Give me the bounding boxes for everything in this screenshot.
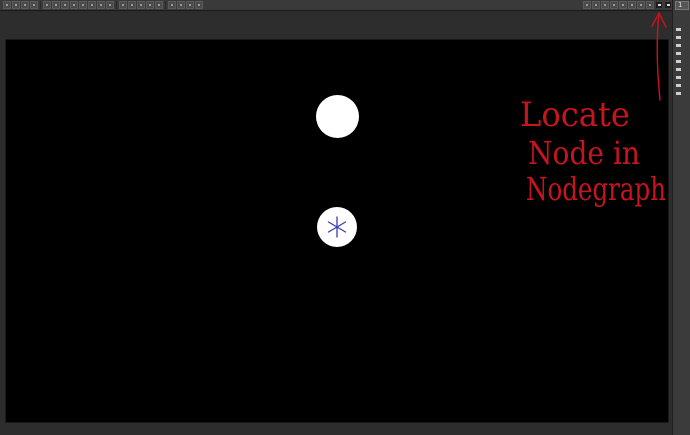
viewer-toolbar bbox=[0, 0, 672, 11]
target-icon[interactable] bbox=[79, 1, 87, 9]
paint-icon[interactable] bbox=[30, 1, 38, 9]
square-icon[interactable] bbox=[177, 1, 185, 9]
crosshair-icon[interactable] bbox=[61, 1, 69, 9]
starred-node[interactable] bbox=[317, 207, 357, 247]
pan-icon[interactable] bbox=[592, 1, 600, 9]
split-icon[interactable] bbox=[128, 1, 136, 9]
cross-icon[interactable] bbox=[601, 1, 609, 9]
dot-icon[interactable] bbox=[168, 1, 176, 9]
toolbar-left-group bbox=[3, 1, 203, 10]
panel-list-item[interactable] bbox=[676, 44, 681, 47]
panel-list-item[interactable] bbox=[676, 52, 681, 55]
pen-icon[interactable] bbox=[43, 1, 51, 9]
application-window: 1 Locate Node in Nodegraph bbox=[0, 0, 690, 435]
right-side-panel: 1 bbox=[672, 0, 690, 435]
panel-list-item[interactable] bbox=[676, 60, 681, 63]
view-icon[interactable] bbox=[146, 1, 154, 9]
select-icon[interactable] bbox=[3, 1, 11, 9]
toolbar-right-group bbox=[583, 1, 672, 10]
toolbar-separator bbox=[40, 1, 41, 9]
toolbar-separator bbox=[116, 1, 117, 9]
panel-list-item[interactable] bbox=[676, 28, 681, 31]
move-icon[interactable] bbox=[21, 1, 29, 9]
box-icon[interactable] bbox=[186, 1, 194, 9]
viewer-area bbox=[0, 12, 672, 435]
zoom-icon[interactable] bbox=[583, 1, 591, 9]
panel-list-item[interactable] bbox=[676, 92, 681, 95]
circle-icon[interactable] bbox=[70, 1, 78, 9]
panel-list-item[interactable] bbox=[676, 84, 681, 87]
viewer-canvas[interactable] bbox=[5, 39, 669, 423]
node-icon[interactable] bbox=[52, 1, 60, 9]
lines-icon[interactable] bbox=[106, 1, 114, 9]
plain-node[interactable] bbox=[316, 95, 359, 138]
rotate-icon[interactable] bbox=[610, 1, 618, 9]
panel-list-item[interactable] bbox=[676, 36, 681, 39]
grid-icon[interactable] bbox=[637, 1, 645, 9]
panel-list-item[interactable] bbox=[676, 68, 681, 71]
panel-tab-label: 1 bbox=[678, 1, 683, 9]
table-icon[interactable] bbox=[155, 1, 163, 9]
snap-icon[interactable] bbox=[646, 1, 654, 9]
frame-icon[interactable] bbox=[137, 1, 145, 9]
frame-icon[interactable] bbox=[619, 1, 627, 9]
panel-list-item[interactable] bbox=[676, 76, 681, 79]
dollar-icon[interactable] bbox=[119, 1, 127, 9]
asterisk-icon bbox=[327, 216, 347, 238]
fit-icon[interactable] bbox=[628, 1, 636, 9]
menu-icon[interactable] bbox=[195, 1, 203, 9]
locate-node-icon[interactable] bbox=[664, 1, 672, 9]
panel-tab[interactable]: 1 bbox=[675, 1, 689, 10]
rect-icon[interactable] bbox=[12, 1, 20, 9]
toolbar-separator bbox=[165, 1, 166, 9]
grid-icon[interactable] bbox=[88, 1, 96, 9]
dots-icon[interactable] bbox=[97, 1, 105, 9]
display-icon[interactable] bbox=[655, 1, 663, 9]
